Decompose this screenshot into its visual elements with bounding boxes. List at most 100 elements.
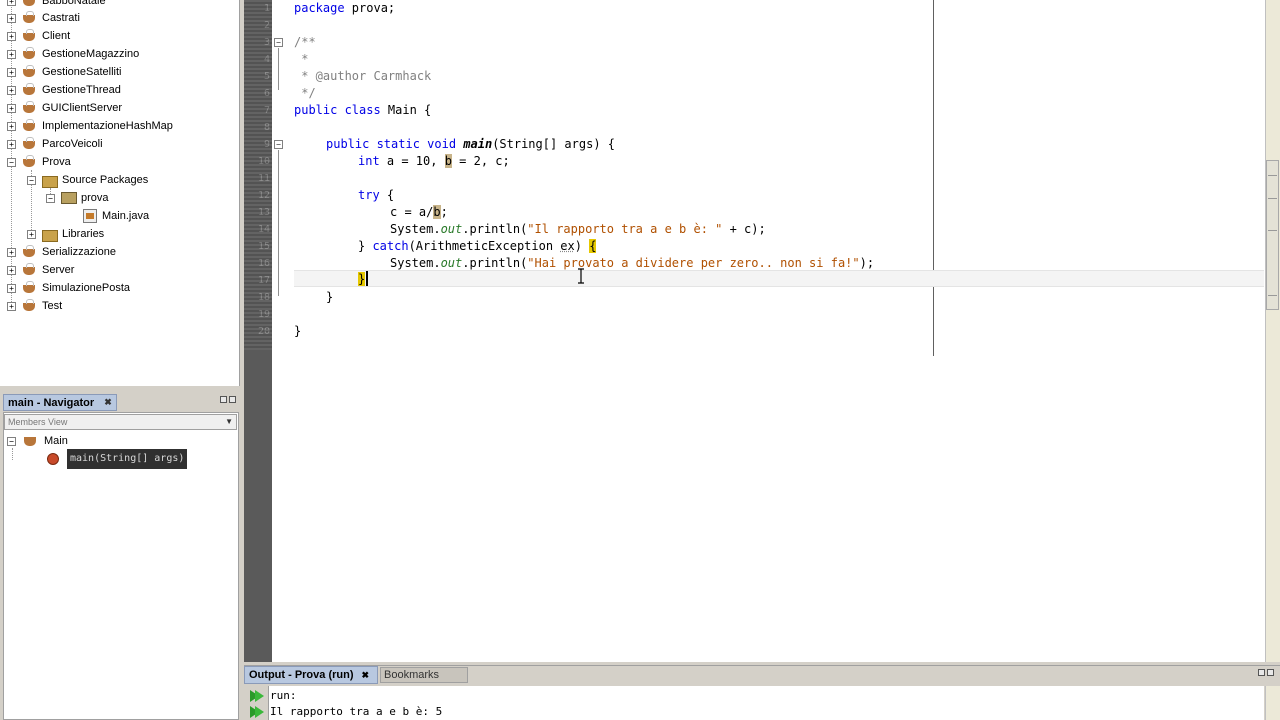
right-margin-line [933,0,934,356]
code-line-7: public class Main { [294,102,431,119]
tree-item-test[interactable]: + Test [7,297,62,315]
code-token: ex [560,239,575,253]
fold-collapse-icon[interactable]: − [274,38,283,47]
code-token: = 2, c; [451,154,510,168]
members-view-label: Members View [8,417,68,427]
tree-item-castrati[interactable]: + Castrati [7,9,80,27]
maximize-icon[interactable] [229,396,236,403]
tree-item-label: GestioneSatelliti [42,66,122,78]
tab-navigator[interactable]: main - Navigator ✖ [3,394,117,411]
tree-item-simulazioneposta[interactable]: + SimulazionePosta [7,279,130,297]
project-icon [22,47,38,61]
maximize-icon[interactable] [1267,669,1274,676]
members-view-select[interactable]: Members View ▼ [4,414,237,430]
navigator-method-label: main(String[] args) [67,449,188,469]
expand-icon[interactable]: + [7,139,16,149]
navigator-method-main[interactable]: main(String[] args) [47,449,188,469]
tree-item-client[interactable]: + Client [7,27,70,45]
code-editor[interactable] [272,0,1265,662]
code-token: public class [294,103,381,117]
collapse-icon[interactable]: − [7,157,16,167]
tree-item-serializzazione[interactable]: + Serializzazione [7,243,116,261]
scroll-grip [1268,198,1277,199]
code-token: out [440,222,463,236]
editor-scrollbar-thumb[interactable] [1266,160,1279,310]
tree-item-parcoveicoli[interactable]: + ParcoVeicoli [7,135,103,153]
current-line-highlight [294,270,1264,287]
rerun-icon[interactable] [248,689,264,703]
expand-icon[interactable]: + [7,121,16,131]
close-icon[interactable]: ✖ [362,670,370,681]
tree-item-guiclientserver[interactable]: + GUIClientServer [7,99,122,117]
code-token: ); [859,256,875,270]
collapse-icon[interactable]: − [27,175,36,185]
expand-icon[interactable]: + [7,283,16,293]
tree-item-label: prova [81,192,109,204]
tree-item-server[interactable]: + Server [7,261,74,279]
expand-icon[interactable]: + [7,85,16,95]
project-icon [22,155,38,169]
navigator-class-main[interactable]: − Main [7,432,68,450]
expand-icon[interactable]: + [7,103,16,113]
tree-item-main-java[interactable]: Main.java [83,207,149,225]
code-token: ) [574,239,590,253]
fold-guide-line [278,48,279,90]
code-token: main [463,137,493,151]
rerun-with-args-icon[interactable] [248,705,264,719]
project-icon [22,101,38,115]
source-folder-icon [42,174,58,188]
editor-scrollbar[interactable] [1265,0,1280,662]
expand-icon[interactable]: + [7,31,16,41]
tab-bookmarks[interactable]: Bookmarks [380,667,468,683]
code-line-6: */ [294,86,316,100]
code-token-highlight: b [433,205,441,219]
tree-item-gestionemagazzino[interactable]: + GestioneMagazzino [7,45,139,63]
code-line-9: public static void main(String[] args) { [326,136,615,153]
expand-icon[interactable]: + [7,301,16,311]
scroll-grip [1268,175,1277,176]
tree-item-label: Prova [42,156,71,168]
code-token: c = a/ [390,205,434,219]
code-token: (String[] args) { [492,137,616,151]
collapse-icon[interactable]: − [46,193,55,203]
code-token: (ArithmeticException [408,239,561,253]
minimize-icon[interactable] [220,396,227,403]
tab-output[interactable]: Output - Prova (run) ✖ [244,666,378,684]
dropdown-arrow-icon[interactable]: ▼ [225,415,233,429]
tree-item-label: ImplementazioneHashMap [42,120,173,132]
tree-item-package-prova[interactable]: − prova [46,189,109,207]
gutter-texture [244,0,272,350]
fold-collapse-icon[interactable]: − [274,140,283,149]
expand-icon[interactable]: + [7,67,16,77]
tree-item-label: Libraries [62,228,105,240]
output-scrollbar[interactable] [1265,686,1280,720]
expand-icon[interactable]: + [7,247,16,257]
tree-item-gestionethread[interactable]: + GestioneThread [7,81,121,99]
code-token: try [358,188,380,202]
tree-item-label: SimulazionePosta [42,282,131,294]
code-line-12: try { [358,187,394,204]
expand-icon[interactable]: + [7,0,16,6]
expand-icon[interactable]: + [7,265,16,275]
output-line: Il rapporto tra a e b è: 5 [270,705,443,718]
tree-item-libraries[interactable]: + Libraries [27,225,104,243]
tree-item-implementazionehashmap[interactable]: + ImplementazioneHashMap [7,117,173,135]
code-line-1: package prova; [294,0,395,17]
tree-item-gestionesatelliti[interactable]: + GestioneSatelliti [7,63,122,81]
tree-item-label: Main.java [102,210,150,222]
minimize-icon[interactable] [1258,669,1265,676]
tree-item-prova[interactable]: − Prova [7,153,71,171]
code-line-5: * @author Carmhack [294,69,432,83]
ibeam-cursor-icon [578,268,584,284]
expand-icon[interactable]: + [27,229,36,239]
expand-icon[interactable]: + [7,13,16,23]
code-token: out [440,256,463,270]
code-line-16: System.out.println("Hai provato a divide… [390,255,874,272]
code-line-10: int a = 10, b = 2, c; [358,153,510,170]
code-token: public static void [326,137,457,151]
expand-icon[interactable]: + [7,49,16,59]
collapse-icon[interactable]: − [7,436,16,446]
tree-item-label: GestioneThread [42,84,121,96]
close-icon[interactable]: ✖ [104,397,112,408]
tree-item-source-packages[interactable]: − Source Packages [27,171,148,189]
